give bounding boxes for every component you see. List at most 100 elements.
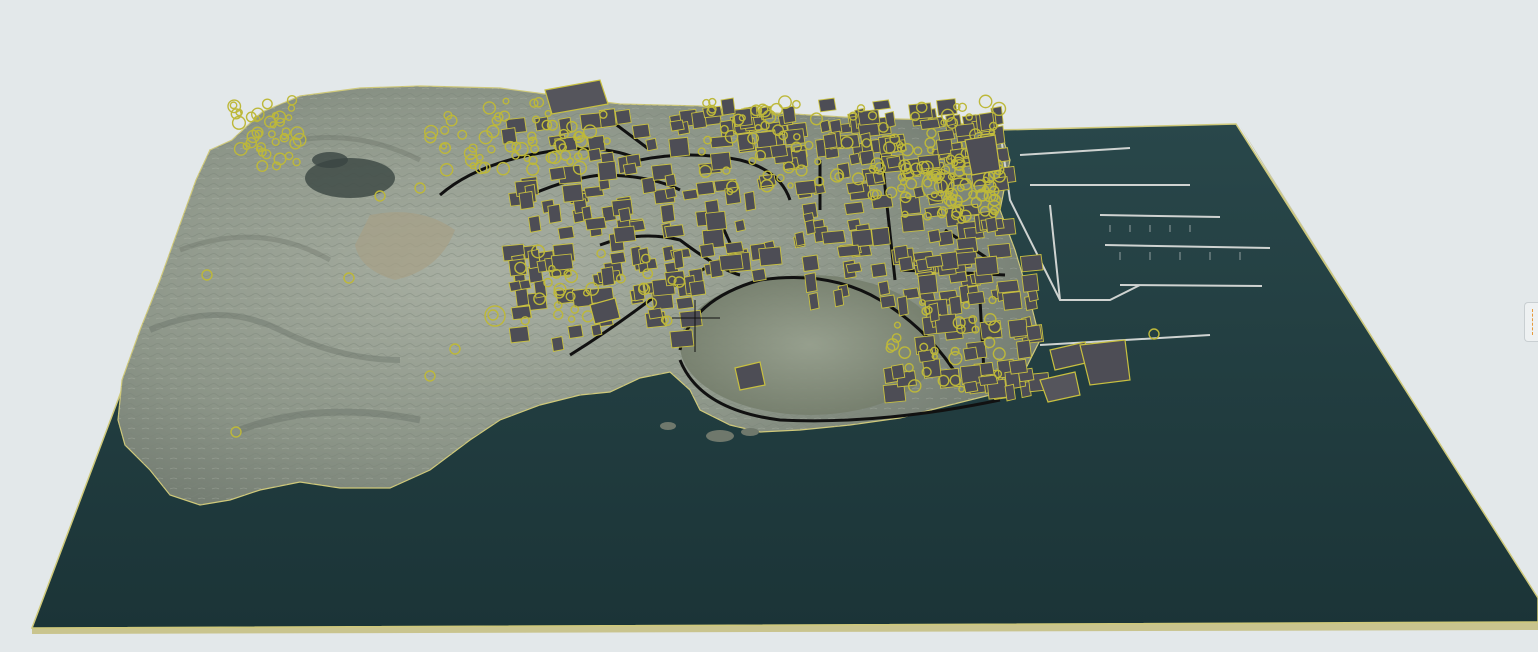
building (614, 108, 632, 125)
building (567, 324, 584, 339)
tree (229, 101, 238, 110)
building (720, 97, 736, 116)
building (877, 280, 891, 296)
building (848, 152, 861, 166)
building (870, 226, 891, 247)
building (508, 280, 522, 292)
building (978, 111, 995, 132)
building (743, 190, 757, 212)
building (966, 290, 986, 306)
building (618, 207, 632, 223)
building (613, 225, 637, 244)
building (794, 231, 806, 247)
building (884, 110, 896, 129)
building (736, 132, 755, 152)
building (985, 216, 998, 234)
building (870, 194, 894, 210)
building (808, 292, 820, 311)
building (948, 295, 963, 316)
building (836, 244, 861, 258)
building (638, 247, 650, 265)
building (1008, 358, 1028, 375)
building (843, 201, 865, 215)
building (821, 230, 847, 245)
building (590, 323, 603, 337)
building (822, 132, 838, 150)
tree (978, 94, 993, 109)
building (896, 295, 909, 317)
building (758, 246, 783, 267)
building (724, 241, 744, 255)
tree (778, 95, 792, 110)
building (672, 249, 685, 270)
building (898, 256, 914, 272)
building (679, 309, 703, 329)
building (870, 262, 888, 278)
building (669, 119, 685, 132)
building (664, 224, 685, 238)
building (919, 118, 941, 130)
building (974, 255, 999, 277)
scene-canvas[interactable] (0, 0, 1538, 652)
building (719, 119, 735, 139)
building (548, 166, 567, 181)
building (804, 272, 818, 294)
building (664, 186, 677, 200)
building (704, 210, 728, 232)
building (927, 229, 942, 244)
building (622, 162, 638, 176)
building (879, 294, 897, 309)
building (833, 288, 845, 308)
building (681, 188, 699, 201)
building (1016, 339, 1032, 360)
building (631, 123, 651, 140)
building (597, 160, 618, 182)
building (647, 307, 664, 320)
building (1021, 273, 1040, 293)
building (669, 329, 695, 349)
building (769, 143, 789, 159)
tree (791, 99, 801, 109)
building (660, 203, 676, 224)
building (695, 180, 716, 196)
building (528, 215, 542, 233)
building (718, 253, 744, 271)
building (1004, 383, 1016, 402)
building (557, 225, 575, 240)
building (939, 251, 959, 271)
building (699, 243, 716, 259)
building (518, 190, 535, 210)
building (962, 346, 979, 362)
building (609, 251, 627, 265)
building (845, 262, 863, 274)
building (801, 254, 820, 272)
building (584, 216, 607, 231)
building (859, 149, 876, 166)
building (645, 137, 658, 152)
building (581, 205, 593, 221)
building (675, 296, 695, 310)
building (959, 364, 983, 386)
building (600, 266, 615, 287)
building (817, 97, 837, 113)
3d-viewport[interactable] (0, 0, 1538, 652)
building (963, 380, 979, 394)
building (872, 99, 892, 111)
building (550, 335, 565, 352)
building (917, 273, 939, 295)
building (1002, 291, 1023, 311)
building (547, 203, 562, 224)
building (587, 147, 602, 162)
building (890, 363, 906, 380)
building (734, 219, 746, 233)
tree (261, 98, 273, 110)
building (1007, 318, 1029, 338)
building (908, 102, 933, 120)
building (925, 254, 944, 269)
building (561, 183, 584, 203)
building (664, 173, 677, 188)
building (850, 228, 874, 248)
side-panel-handle[interactable] (1524, 302, 1538, 342)
building (514, 288, 530, 308)
building (751, 268, 767, 282)
